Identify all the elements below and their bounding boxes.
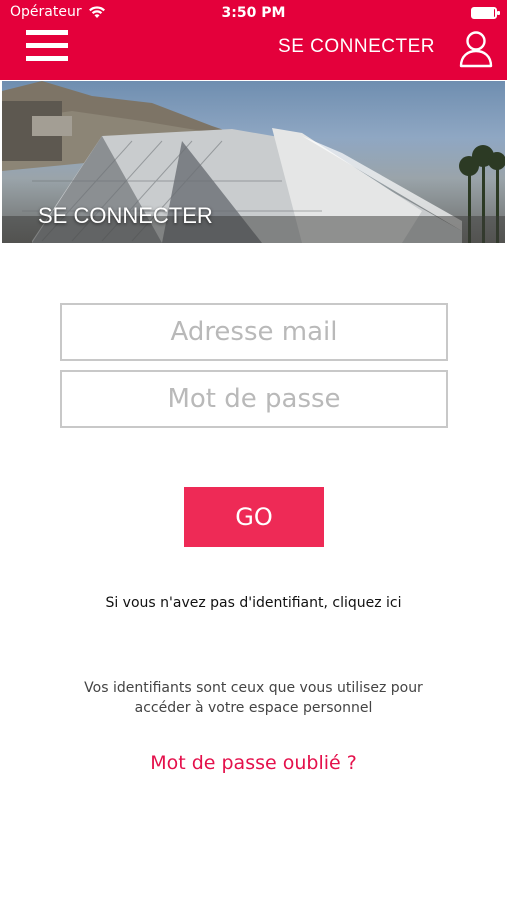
banner-title: SE CONNECTER bbox=[38, 203, 213, 228]
credentials-info: Vos identifiants sont ceux que vous util… bbox=[0, 678, 507, 718]
email-field-box bbox=[60, 303, 448, 361]
menu-bar bbox=[26, 56, 68, 61]
info-line-1: Vos identifiants sont ceux que vous util… bbox=[84, 680, 423, 696]
password-field[interactable] bbox=[62, 372, 446, 426]
forgot-password-link[interactable]: Mot de passe oublié ? bbox=[0, 752, 507, 774]
hero-banner: SE CONNECTER bbox=[2, 81, 505, 243]
hamburger-menu-icon[interactable] bbox=[26, 30, 72, 64]
password-field-box bbox=[60, 370, 448, 428]
top-app-bar: Opérateur 3:50 PM SE CONNECTER bbox=[0, 0, 507, 80]
user-icon[interactable] bbox=[459, 30, 493, 68]
signup-link[interactable]: Si vous n'avez pas d'identifiant, clique… bbox=[0, 595, 507, 611]
header-login-link[interactable]: SE CONNECTER bbox=[278, 36, 435, 58]
menu-bar bbox=[26, 43, 68, 48]
battery-nub bbox=[497, 11, 500, 15]
battery-icon bbox=[471, 7, 500, 19]
info-line-2: accéder à votre espace personnel bbox=[134, 700, 373, 716]
status-time: 3:50 PM bbox=[221, 5, 286, 21]
menu-bar bbox=[26, 30, 68, 35]
email-field[interactable] bbox=[62, 305, 446, 359]
go-button[interactable]: GO bbox=[184, 487, 324, 547]
battery-level bbox=[473, 9, 494, 17]
